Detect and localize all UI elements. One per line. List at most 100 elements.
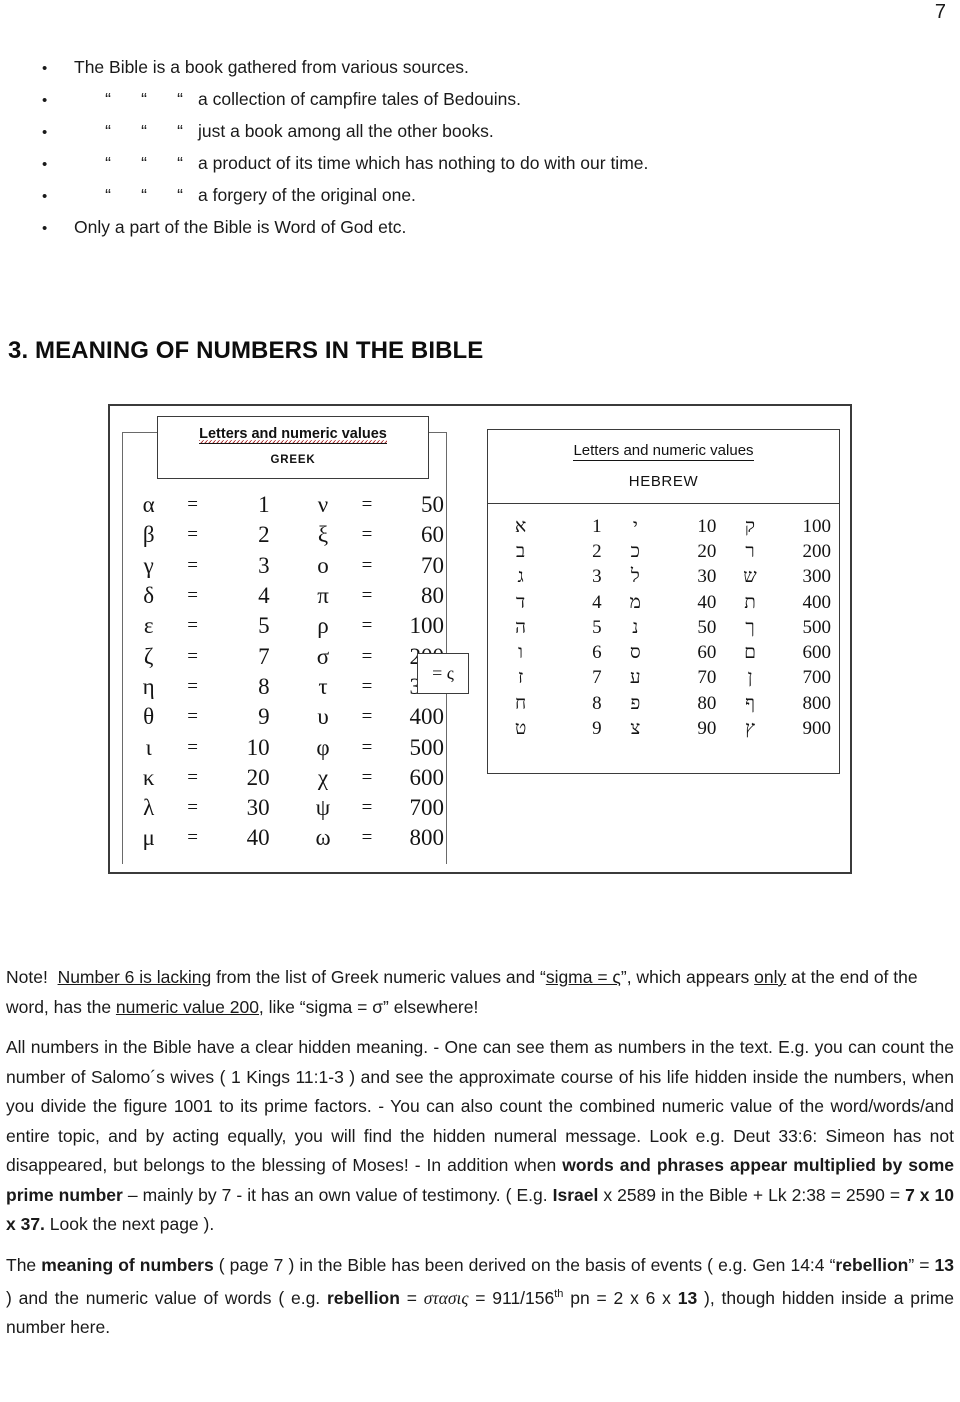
- ditto-mark: “: [105, 89, 111, 109]
- bullet-icon: •: [42, 60, 48, 77]
- hebrew-letter: ג: [517, 566, 524, 588]
- hebrew-value: 80: [697, 692, 717, 714]
- hebrew-value: 8: [592, 692, 602, 714]
- hidden-meaning-paragraph: All numbers in the Bible have a clear hi…: [6, 1033, 954, 1240]
- p3-text-1: The: [6, 1254, 42, 1275]
- hebrew-letter: ה: [515, 616, 527, 638]
- hebrew-value: 7: [592, 667, 602, 689]
- body-text: Note! Number 6 is lacking from the list …: [6, 963, 954, 1343]
- greek-letter: χ: [317, 764, 329, 790]
- p3-text-2: ( page 7 ) in the Bible has been derived…: [213, 1254, 836, 1275]
- greek-table-panel: Letters and numeric values GREEK α = 1 ν…: [122, 416, 447, 864]
- equals-sign: =: [187, 554, 199, 576]
- hebrew-letter: ו: [518, 642, 524, 664]
- equals-sign: =: [187, 494, 199, 516]
- list-item: • “ “ “ a product of its time which has …: [38, 153, 918, 185]
- hebrew-letter: ט: [514, 718, 527, 740]
- hebrew-letter: ל: [630, 566, 640, 588]
- greek-letter: ω: [315, 825, 331, 851]
- list-item-text: The Bible is a book gathered from variou…: [74, 57, 469, 77]
- note-seg-sigma: sigma = ς: [545, 967, 621, 987]
- hebrew-value: 50: [697, 616, 717, 638]
- table-row: ג 3 ל 30 ש 300: [488, 565, 839, 590]
- greek-value: 10: [246, 734, 270, 760]
- p3-greek-stasis: στασις: [423, 1287, 469, 1308]
- ditto-mark: “: [105, 121, 111, 141]
- hebrew-title-box: Letters and numeric values HEBREW: [488, 430, 839, 504]
- hebrew-value: 40: [697, 591, 717, 613]
- greek-value: 70: [421, 552, 445, 578]
- p2-text-2: – mainly by 7 - it has an own value of t…: [122, 1184, 553, 1205]
- equals-sign: =: [361, 645, 373, 667]
- p3-bold-rebellion-1: rebellion: [835, 1254, 909, 1275]
- hebrew-letter: מ: [629, 591, 641, 613]
- note-paragraph: Note! Number 6 is lacking from the list …: [6, 963, 954, 1022]
- ditto-mark: “: [141, 89, 147, 109]
- greek-letter: ι: [145, 734, 152, 760]
- section-heading: 3. MEANING OF NUMBERS IN THE BIBLE: [8, 337, 484, 364]
- list-item: • “ “ “ a collection of campfire tales o…: [38, 89, 918, 121]
- greek-letter: δ: [143, 583, 155, 609]
- ditto-mark: “: [141, 185, 147, 205]
- list-item: • The Bible is a book gathered from vari…: [38, 57, 918, 89]
- hebrew-table-panel: Letters and numeric values HEBREW א 1 י …: [487, 429, 840, 774]
- list-item-text: a product of its time which has nothing …: [198, 153, 649, 173]
- equals-sign: =: [361, 494, 373, 516]
- equals-sign: =: [187, 706, 199, 728]
- p3-text-6: = 911/156: [468, 1287, 555, 1308]
- greek-letter: β: [142, 522, 155, 548]
- hebrew-value: 90: [697, 718, 717, 740]
- hebrew-value: 800: [802, 692, 832, 714]
- ditto-mark: “: [177, 185, 183, 205]
- table-row: ε = 5 ρ = 100: [123, 611, 446, 641]
- equals-sign: =: [187, 615, 199, 637]
- page-number: 7: [934, 1, 946, 23]
- table-row: ו 6 ס 60 ם 600: [488, 640, 839, 665]
- hebrew-value: 600: [802, 642, 832, 664]
- hebrew-letter: ץ: [745, 718, 755, 740]
- meaning-of-numbers-paragraph: The meaning of numbers ( page 7 ) in the…: [6, 1251, 954, 1343]
- table-row: β = 2 ξ = 60: [123, 520, 446, 550]
- list-item-text: just a book among all the other books.: [198, 121, 494, 141]
- p3-text-4: ) and the numeric value of words ( e.g.: [6, 1287, 327, 1308]
- table-row: γ = 3 ο = 70: [123, 551, 446, 581]
- hebrew-title-sub: HEBREW: [628, 473, 699, 490]
- greek-value: 3: [258, 552, 270, 578]
- equals-sign: =: [361, 675, 373, 697]
- greek-title-wrap: Letters and numeric values: [158, 417, 428, 444]
- hebrew-letter: י: [632, 515, 638, 537]
- greek-letter: λ: [143, 795, 155, 821]
- hebrew-letter: ס: [629, 642, 641, 664]
- bullet-icon: •: [42, 188, 48, 205]
- ditto-mark: “: [177, 121, 183, 141]
- greek-value: 7: [258, 643, 270, 669]
- ditto-mark: “: [105, 185, 111, 205]
- equals-sign: =: [361, 706, 373, 728]
- greek-letter: π: [317, 583, 329, 609]
- greek-value: 600: [409, 764, 445, 790]
- p2-bold-israel: Israel: [552, 1184, 599, 1205]
- hebrew-letter: ף: [745, 692, 755, 714]
- greek-value: 80: [421, 583, 445, 609]
- greek-letter: θ: [143, 704, 155, 730]
- table-row: ה 5 נ 50 ך 500: [488, 615, 839, 640]
- bullet-icon: •: [42, 156, 48, 173]
- hebrew-value: 300: [802, 566, 832, 588]
- hebrew-letter: ז: [517, 667, 524, 689]
- hebrew-rows: א 1 י 10 ק 100 ב 2 כ 20 ר 200 ג 3 ל 30 ש…: [488, 504, 839, 742]
- greek-value: 40: [246, 825, 270, 851]
- equals-sign: =: [187, 645, 199, 667]
- greek-value: 5: [258, 613, 270, 639]
- p3-text-5: =: [399, 1287, 424, 1308]
- greek-value: 20: [246, 764, 270, 790]
- greek-letter: φ: [316, 734, 330, 760]
- greek-letter: ν: [317, 492, 329, 518]
- equals-sign: =: [187, 585, 199, 607]
- greek-letter: ζ: [143, 643, 154, 669]
- ditto-mark: “: [141, 121, 147, 141]
- table-row: ב 2 כ 20 ר 200: [488, 539, 839, 564]
- equals-sign: =: [187, 524, 199, 546]
- hebrew-value: 500: [802, 616, 832, 638]
- hebrew-letter: נ: [632, 616, 639, 638]
